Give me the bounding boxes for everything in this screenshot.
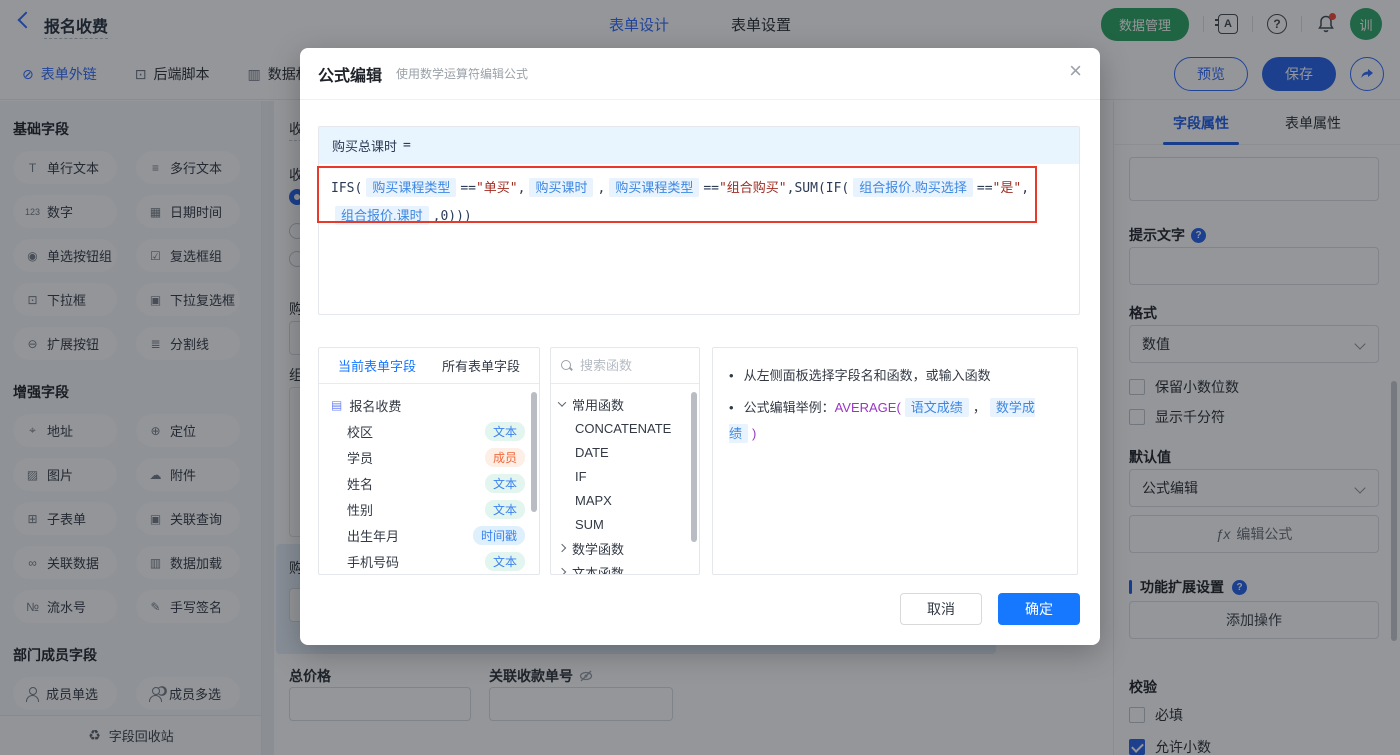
formula-editor[interactable]: IFS(购买课程类型 =="单买", 购买课时, 购买课程类型 =="组合购买",SUM… [319, 164, 1079, 240]
variable-row[interactable]: 手机号码 文本 [319, 548, 539, 574]
variable-row[interactable]: 校区 文本 [319, 418, 539, 444]
chevron-right-icon [557, 543, 567, 553]
formula-edit-modal: 公式编辑 使用数学运算符编辑公式 × 购买总课时 = IFS(购买课程类型 =="… [300, 48, 1100, 645]
function-search [551, 348, 699, 384]
formula-string: "是" [992, 181, 1022, 196]
variables-tabs: 当前表单字段 所有表单字段 [319, 348, 539, 384]
app-window: 报名收费 表单设计 表单设置 数据管理 A ? 训 ⊘ 表单外链 ⊡ 后端脚本 … [0, 0, 1400, 755]
modal-header: 公式编辑 使用数学运算符编辑公式 × [300, 48, 1100, 100]
function-item[interactable]: DATE [551, 440, 699, 464]
field-chip[interactable]: 购买课程类型 [609, 178, 700, 197]
formula-token: , [1021, 181, 1030, 196]
tab-all-form-fields[interactable]: 所有表单字段 [442, 356, 520, 375]
cancel-button[interactable]: 取消 [900, 593, 982, 625]
type-badge: 时间戳 [472, 525, 525, 545]
function-search-input[interactable] [580, 358, 680, 373]
function-group-text[interactable]: 文本函数 [551, 560, 699, 574]
formula-token: ,0))) [432, 209, 472, 224]
variable-row[interactable]: 姓名 文本 [319, 470, 539, 496]
function-item[interactable]: MAPX [551, 488, 699, 512]
chevron-right-icon [557, 567, 567, 574]
type-badge: 文本 [484, 473, 525, 493]
formula-string: "组合购买" [718, 181, 787, 196]
field-chip[interactable]: 组合报价.课时 [335, 206, 429, 225]
function-item[interactable]: CONCATENATE [551, 416, 699, 440]
functions-panel: 常用函数 CONCATENATE DATE IF MAPX SUM 数学函数 文… [550, 347, 700, 575]
formula-token: == [460, 181, 476, 196]
modal-subtitle: 使用数学运算符编辑公式 [396, 67, 529, 81]
example-chip: 语文成绩 [904, 398, 969, 417]
formula-token: == [976, 181, 993, 196]
formula-box: 购买总课时 = IFS(购买课程类型 =="单买", 购买课时, 购买课程类型 =="组… [317, 126, 1080, 315]
example-function-close: ) [752, 426, 757, 441]
type-badge: 文本 [484, 551, 525, 571]
modal-title: 公式编辑 [318, 67, 383, 85]
tab-current-form-fields[interactable]: 当前表单字段 [338, 356, 416, 375]
function-group-math[interactable]: 数学函数 [551, 536, 699, 560]
formula-token: == [703, 181, 719, 196]
functions-tree: 常用函数 CONCATENATE DATE IF MAPX SUM 数学函数 文… [551, 384, 699, 574]
variables-panel: 当前表单字段 所有表单字段 ▤ 报名收费 校区 文本 学员 成员 姓名 文本 性别 文本 … [318, 347, 540, 575]
formula-token: , [517, 181, 526, 196]
close-icon[interactable]: × [1069, 60, 1082, 82]
variable-row[interactable]: 性别 文本 [319, 496, 539, 522]
type-badge: 文本 [484, 499, 525, 519]
variable-form-root[interactable]: ▤ 报名收费 [319, 392, 539, 418]
field-chip[interactable]: 购买课程类型 [366, 178, 457, 197]
equals-sign: = [403, 138, 411, 153]
modal-footer: 取消 确定 [900, 593, 1080, 625]
tip-line-1: • 从左侧面板选择字段名和函数，或输入函数 [729, 368, 991, 383]
type-badge: 文本 [484, 421, 525, 441]
function-item[interactable]: SUM [551, 512, 699, 536]
function-group-common[interactable]: 常用函数 [551, 392, 699, 416]
formula-string: "单买" [475, 181, 518, 196]
search-icon [561, 359, 573, 372]
result-field-name: 购买总课时 [332, 140, 398, 155]
formula-result-bar: 购买总课时 = [319, 127, 1079, 164]
field-chip[interactable]: 组合报价.购买选择 [853, 178, 973, 197]
form-doc-icon: ▤ [331, 398, 343, 412]
variable-row[interactable]: 出生年月 时间戳 [319, 522, 539, 548]
variables-scrollbar[interactable] [531, 392, 537, 512]
type-badge: 成员 [484, 447, 525, 467]
tip-line-2: • 公式编辑举例：AVERAGE(语文成绩，数学成绩) [729, 398, 1035, 443]
example-function-open: AVERAGE( [834, 400, 901, 415]
formula-token: ,SUM(IF( [786, 181, 850, 196]
variable-row[interactable]: 学员 成员 [319, 444, 539, 470]
functions-scrollbar[interactable] [691, 392, 697, 542]
field-chip[interactable]: 购买课时 [529, 178, 594, 197]
function-item[interactable]: IF [551, 464, 699, 488]
formula-token: IFS( [331, 181, 363, 196]
chevron-down-icon [557, 398, 567, 407]
formula-token: , [597, 181, 606, 196]
confirm-button[interactable]: 确定 [998, 593, 1080, 625]
variables-list: ▤ 报名收费 校区 文本 学员 成员 姓名 文本 性别 文本 出生年月 时间戳 手机号码 文本 [319, 384, 539, 574]
tips-panel: • 从左侧面板选择字段名和函数，或输入函数 • 公式编辑举例：AVERAGE(语文成… [712, 347, 1078, 575]
